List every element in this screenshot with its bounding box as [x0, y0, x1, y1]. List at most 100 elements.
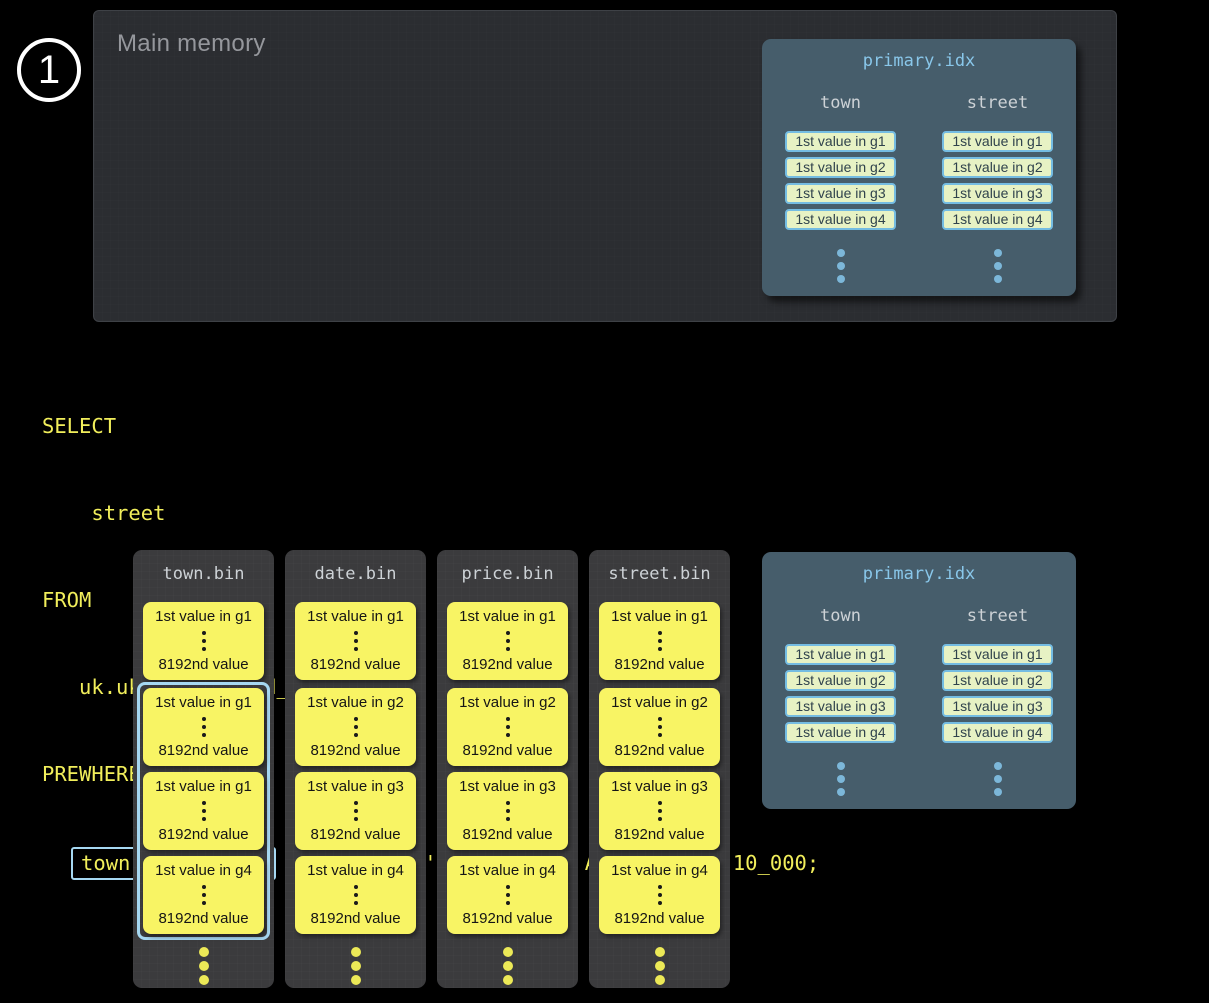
granule-last-value: 8192nd value: [462, 742, 552, 759]
sql-line: SELECT: [42, 412, 819, 441]
vertical-ellipsis-icon: [202, 631, 206, 651]
granule-first-value: 1st value in g1: [155, 694, 252, 711]
vertical-ellipsis-icon: [199, 947, 209, 985]
vertical-ellipsis-icon: [354, 801, 358, 821]
index-mark-chip: 1st value in g4: [785, 722, 896, 743]
granule-block: 1st value in g1 8192nd value: [143, 688, 264, 766]
granule-last-value: 8192nd value: [158, 826, 248, 843]
vertical-ellipsis-icon: [994, 762, 1002, 796]
primary-idx-columns: town 1st value in g1 1st value in g2 1st…: [762, 93, 1076, 283]
vertical-ellipsis-icon: [655, 947, 665, 985]
bin-column-town: town.bin 1st value in g1 8192nd value 1s…: [133, 550, 274, 988]
granule-first-value: 1st value in g3: [307, 778, 404, 795]
granule-block: 1st value in g4 8192nd value: [295, 856, 416, 934]
vertical-ellipsis-icon: [354, 631, 358, 651]
granule-block: 1st value in g2 8192nd value: [599, 688, 720, 766]
granule-first-value: 1st value in g3: [611, 778, 708, 795]
granule-last-value: 8192nd value: [310, 910, 400, 927]
index-mark-chip: 1st value in g2: [785, 670, 896, 691]
granule-first-value: 1st value in g4: [611, 862, 708, 879]
granule-block: 1st value in g2 8192nd value: [447, 688, 568, 766]
granule-last-value: 8192nd value: [614, 826, 704, 843]
granule-first-value: 1st value in g2: [611, 694, 708, 711]
bin-file-title: street.bin: [608, 564, 710, 584]
bin-column-date: date.bin 1st value in g1 8192nd value 1s…: [285, 550, 426, 988]
granule-last-value: 8192nd value: [614, 910, 704, 927]
index-mark-chip: 1st value in g4: [942, 209, 1053, 230]
idx-column-header: street: [967, 93, 1028, 113]
vertical-ellipsis-icon: [658, 717, 662, 737]
vertical-ellipsis-icon: [837, 762, 845, 796]
granule-first-value: 1st value in g1: [307, 608, 404, 625]
selected-granules-highlight: 1st value in g1 8192nd value 1st value i…: [137, 682, 270, 940]
step-number-badge: 1: [17, 38, 81, 102]
idx-column-town: town 1st value in g1 1st value in g2 1st…: [762, 606, 919, 796]
granule-first-value: 1st value in g4: [155, 862, 252, 879]
granule-last-value: 8192nd value: [158, 656, 248, 673]
granule-last-value: 8192nd value: [310, 826, 400, 843]
index-mark-chip: 1st value in g1: [785, 131, 896, 152]
index-mark-chip: 1st value in g2: [942, 157, 1053, 178]
vertical-ellipsis-icon: [503, 947, 513, 985]
bin-column-price: price.bin 1st value in g1 8192nd value 1…: [437, 550, 578, 988]
primary-idx-title: primary.idx: [762, 564, 1076, 584]
granule-first-value: 1st value in g1: [611, 608, 708, 625]
vertical-ellipsis-icon: [658, 801, 662, 821]
granule-last-value: 8192nd value: [462, 656, 552, 673]
vertical-ellipsis-icon: [202, 717, 206, 737]
index-mark-chip: 1st value in g2: [942, 670, 1053, 691]
idx-column-street: street 1st value in g1 1st value in g2 1…: [919, 606, 1076, 796]
granule-last-value: 8192nd value: [158, 910, 248, 927]
granule-last-value: 8192nd value: [158, 742, 248, 759]
step-number: 1: [38, 50, 60, 90]
primary-idx-title: primary.idx: [762, 51, 1076, 71]
primary-idx-card-disk: primary.idx town 1st value in g1 1st val…: [762, 552, 1076, 809]
idx-column-town: town 1st value in g1 1st value in g2 1st…: [762, 93, 919, 283]
granule-block: 1st value in g3 8192nd value: [599, 772, 720, 850]
granule-block: 1st value in g4 8192nd value: [447, 856, 568, 934]
granule-block: 1st value in g4 8192nd value: [599, 856, 720, 934]
index-mark-chip: 1st value in g4: [785, 209, 896, 230]
vertical-ellipsis-icon: [658, 631, 662, 651]
granule-first-value: 1st value in g2: [459, 694, 556, 711]
vertical-ellipsis-icon: [354, 717, 358, 737]
granule-first-value: 1st value in g3: [459, 778, 556, 795]
vertical-ellipsis-icon: [506, 801, 510, 821]
granule-first-value: 1st value in g1: [459, 608, 556, 625]
granule-last-value: 8192nd value: [462, 910, 552, 927]
vertical-ellipsis-icon: [506, 717, 510, 737]
granule-last-value: 8192nd value: [614, 742, 704, 759]
vertical-ellipsis-icon: [202, 801, 206, 821]
primary-idx-columns: town 1st value in g1 1st value in g2 1st…: [762, 606, 1076, 796]
granule-block: 1st value in g1 8192nd value: [599, 602, 720, 680]
index-mark-chip: 1st value in g3: [942, 696, 1053, 717]
index-mark-chip: 1st value in g1: [942, 644, 1053, 665]
granule-first-value: 1st value in g2: [307, 694, 404, 711]
granule-block: 1st value in g4 8192nd value: [143, 856, 264, 934]
main-memory-panel: Main memory primary.idx town 1st value i…: [93, 10, 1117, 322]
sql-line: street: [42, 499, 819, 528]
granule-block: 1st value in g3 8192nd value: [295, 772, 416, 850]
bin-file-title: town.bin: [163, 564, 245, 584]
index-mark-chip: 1st value in g1: [942, 131, 1053, 152]
granule-block: 1st value in g2 8192nd value: [295, 688, 416, 766]
prewhere-diagram: 1 Main memory primary.idx town 1st value…: [0, 0, 1209, 1003]
idx-column-street: street 1st value in g1 1st value in g2 1…: [919, 93, 1076, 283]
index-mark-chip: 1st value in g1: [785, 644, 896, 665]
granule-block: 1st value in g1 8192nd value: [143, 772, 264, 850]
vertical-ellipsis-icon: [202, 885, 206, 905]
granule-block: 1st value in g1 8192nd value: [295, 602, 416, 680]
idx-column-header: street: [967, 606, 1028, 626]
idx-column-header: town: [820, 606, 861, 626]
vertical-ellipsis-icon: [506, 885, 510, 905]
vertical-ellipsis-icon: [351, 947, 361, 985]
index-mark-chip: 1st value in g3: [785, 696, 896, 717]
idx-column-header: town: [820, 93, 861, 113]
granule-group: 1st value in g2 8192nd value 1st value i…: [289, 682, 422, 940]
main-memory-title: Main memory: [117, 30, 266, 58]
granule-last-value: 8192nd value: [310, 656, 400, 673]
bin-file-title: date.bin: [315, 564, 397, 584]
granule-first-value: 1st value in g4: [459, 862, 556, 879]
granule-first-value: 1st value in g1: [155, 608, 252, 625]
vertical-ellipsis-icon: [354, 885, 358, 905]
